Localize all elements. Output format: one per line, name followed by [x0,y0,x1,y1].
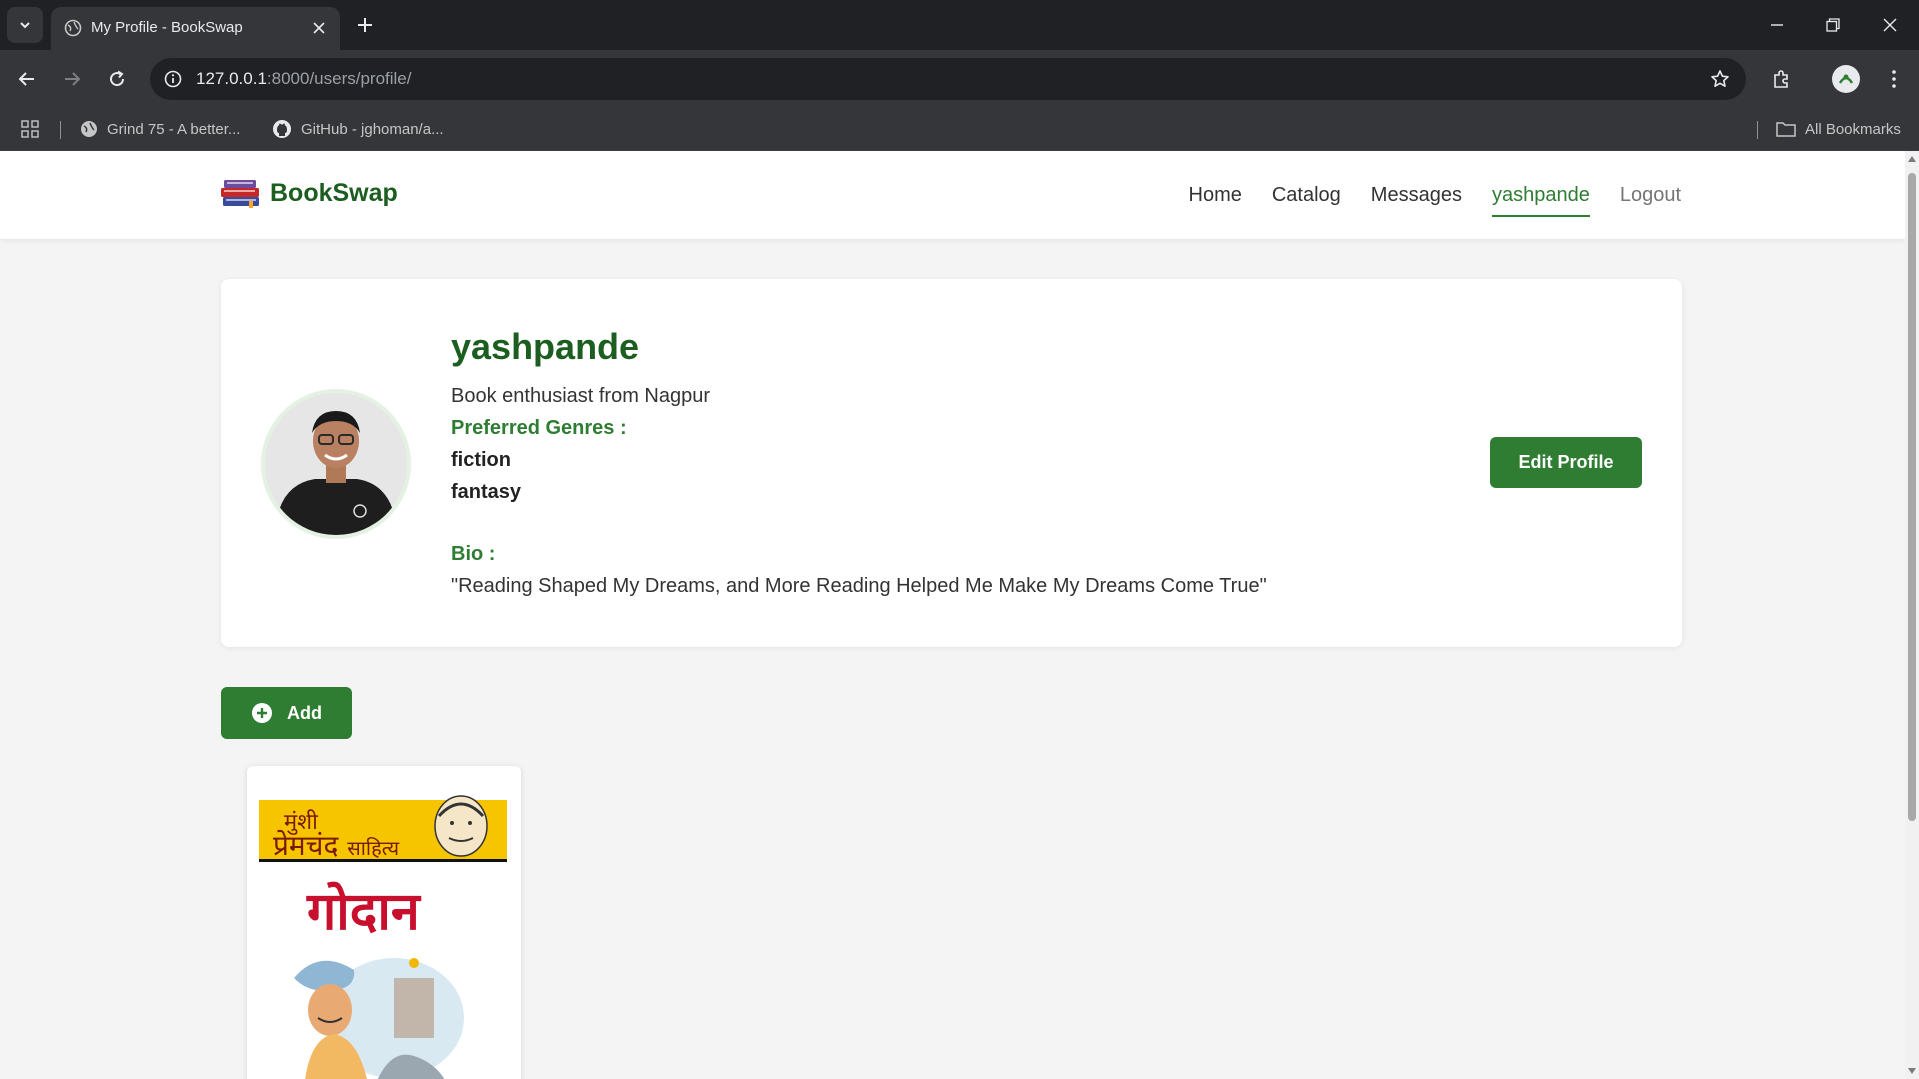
site-info-icon[interactable] [160,66,186,92]
restore-icon[interactable] [1818,10,1848,40]
genre-item: fantasy [451,481,522,503]
cover-title: गोदान [307,881,420,942]
forward-arrow-icon[interactable] [56,63,88,95]
profile-username: yashpande [451,326,640,367]
profile-card: yashpande Book enthusiast from Nagpur Pr… [221,279,1682,647]
github-icon [273,120,291,138]
nav-messages[interactable]: Messages [1371,184,1462,207]
bookmark-github[interactable]: GitHub - jghoman/a... [272,107,444,151]
folder-icon [1776,122,1796,137]
nav-logout[interactable]: Logout [1620,184,1681,207]
globe-icon [81,121,97,137]
apps-grid-icon[interactable] [21,107,48,151]
scrollbar-thumb[interactable] [1908,173,1916,821]
extensions-icon[interactable] [1766,63,1798,95]
more-menu-icon[interactable] [1878,63,1910,95]
author-portrait [434,795,488,857]
plus-circle-icon [252,703,272,723]
reload-icon[interactable] [101,63,133,95]
address-bar[interactable]: 127.0.0.1:8000/users/profile/ [150,58,1746,100]
add-button-label: Add [287,702,322,723]
scroll-up-icon[interactable] [1908,156,1916,162]
profile-info: yashpande Book enthusiast from Nagpur Pr… [451,327,1267,602]
profile-location: Book enthusiast from Nagpur [451,385,711,407]
brand-logo[interactable]: BookSwap [220,177,398,209]
profile-avatar-icon[interactable] [1832,65,1860,93]
all-bookmarks[interactable]: All Bookmarks [1776,107,1901,151]
book-card[interactable]: मुंशी प्रेमचंद साहित्य गोदान [247,766,521,1079]
new-tab-icon[interactable] [350,10,380,40]
main-nav: Home Catalog Messages yashpande Logout [1159,151,1681,239]
nav-catalog[interactable]: Catalog [1272,184,1341,207]
brand-name: BookSwap [270,178,398,207]
cover-illustration [294,958,464,1079]
genre-item: fiction [451,449,511,471]
bookmark-label: Grind 75 - A better... [107,120,241,138]
genres-label: Preferred Genres : [451,417,627,439]
page-viewport: BookSwap Home Catalog Messages yashpande… [0,151,1905,1079]
bookmark-separator [60,121,61,139]
bookmark-grind75[interactable]: Grind 75 - A better... [80,107,240,151]
bio-label: Bio : [451,543,496,565]
minimize-icon[interactable] [1762,10,1792,40]
close-tab-icon[interactable] [308,17,330,39]
close-window-icon[interactable] [1875,10,1905,40]
back-arrow-icon[interactable] [11,63,43,95]
avatar [261,389,411,539]
bookmark-label: GitHub - jghoman/a... [301,120,444,138]
chevron-down-icon [20,22,30,29]
tab-title: My Profile - BookSwap [91,19,243,36]
page-scrollbar[interactable] [1905,151,1919,1079]
nav-profile[interactable]: yashpande [1491,184,1590,217]
all-bookmarks-label: All Bookmarks [1805,120,1901,138]
browser-tabbar: My Profile - BookSwap [0,0,1919,50]
browser-toolbar: 127.0.0.1:8000/users/profile/ [0,50,1919,107]
book-cover-image: मुंशी प्रेमचंद साहित्य गोदान [259,778,509,1079]
browser-tab-active[interactable]: My Profile - BookSwap [51,7,340,50]
bookmark-star-icon[interactable] [1708,67,1732,91]
bookmarks-bar: Grind 75 - A better... GitHub - jghoman/… [0,107,1919,151]
edit-profile-button[interactable]: Edit Profile [1490,437,1642,488]
site-header: BookSwap Home Catalog Messages yashpande… [0,151,1905,239]
add-book-button[interactable]: Add [221,687,352,739]
books-stack-icon [221,180,259,208]
cover-series-line2: प्रेमचंद साहित्य [273,829,400,862]
globe-icon [64,19,82,37]
bookmark-separator [1757,121,1758,139]
bio-text: "Reading Shaped My Dreams, and More Read… [451,575,1267,597]
scroll-down-icon[interactable] [1908,1068,1916,1074]
url-text: 127.0.0.1:8000/users/profile/ [196,69,412,88]
nav-home[interactable]: Home [1189,184,1242,207]
tab-search-button[interactable] [7,7,43,43]
